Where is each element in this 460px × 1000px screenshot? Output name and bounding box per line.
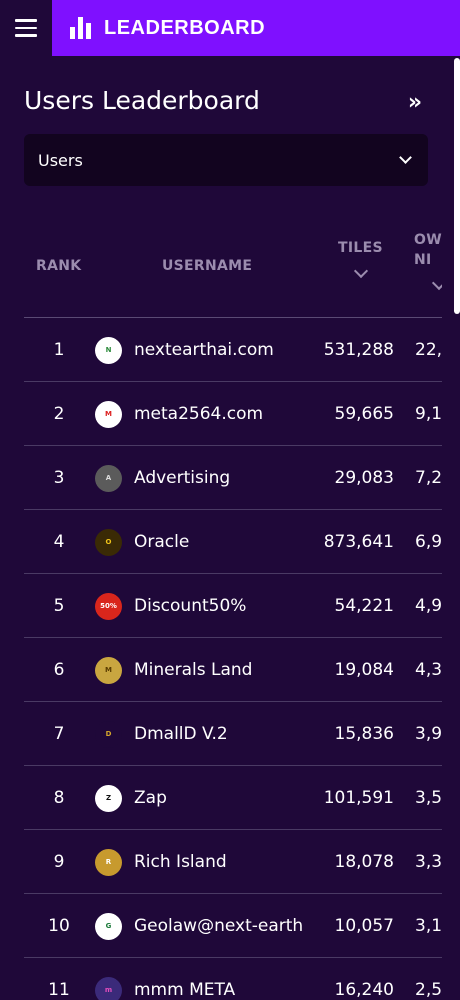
table-row[interactable]: 3 A Advertising 29,083 7,2 — [24, 446, 442, 510]
avatar-cell: M — [95, 382, 123, 446]
bar-chart-icon — [70, 17, 92, 39]
rank-cell: 6 — [53, 660, 65, 680]
owned-cell: 3,3 — [415, 852, 442, 872]
avatar-cell: M — [95, 638, 123, 702]
avatar: m — [95, 976, 122, 1000]
avatar: M — [95, 656, 122, 684]
owned-cell: 4,9 — [415, 596, 442, 616]
table-row[interactable]: 9 R Rich Island 18,078 3,3 — [24, 830, 442, 894]
owned-cell: 3,1 — [415, 916, 442, 936]
owned-cell: 6,9 — [415, 532, 442, 552]
leaderboard-type-select[interactable]: Users — [24, 134, 428, 186]
column-header-username[interactable]: USERNAME — [162, 258, 252, 274]
avatar-cell: m — [95, 958, 123, 1000]
avatar-cell: A — [95, 446, 123, 510]
avatar: N — [95, 336, 122, 364]
avatar-cell: D — [95, 702, 123, 766]
owned-cell: 22, — [415, 340, 442, 360]
hamburger-menu-icon[interactable] — [0, 0, 52, 56]
tiles-cell: 16,240 — [334, 980, 394, 1000]
sort-down-icon[interactable] — [353, 263, 369, 279]
tiles-cell: 101,591 — [323, 788, 394, 808]
rank-cell: 2 — [53, 404, 65, 424]
leaderboard-table: RANK USERNAME TILES OWNED NI 1Nnextearth… — [24, 210, 442, 1000]
column-header-rank[interactable]: RANK — [36, 258, 81, 274]
tiles-cell: 54,221 — [334, 596, 394, 616]
table-row[interactable]: 10 G Geolaw@next-earth 10,057 3,1 — [24, 894, 442, 958]
table-row[interactable]: 6 M Minerals Land 19,084 4,3 — [24, 638, 442, 702]
avatar-cell: R — [95, 830, 123, 894]
app-title: LEADERBOARD — [104, 16, 266, 39]
scrollbar[interactable] — [454, 58, 460, 314]
rank-cell: 5 — [53, 596, 65, 616]
avatar-cell: O — [95, 510, 123, 574]
owned-cell: 9,1 — [415, 404, 442, 424]
table-row[interactable]: 2 Mmeta2564.com 59,665 9,1 — [24, 382, 442, 446]
brand-banner[interactable]: LEADERBOARD — [52, 0, 460, 56]
avatar: O — [95, 528, 122, 556]
owned-cell: 4,3 — [415, 660, 442, 680]
avatar: 50% — [95, 592, 122, 620]
avatar: R — [95, 848, 122, 876]
table-header: RANK USERNAME TILES OWNED NI — [24, 210, 442, 318]
table-row[interactable]: 5 50% Discount50% 54,221 4,9 — [24, 574, 442, 638]
rank-cell: 8 — [53, 788, 65, 808]
select-value: Users — [38, 150, 83, 170]
rank-cell: 4 — [53, 532, 65, 552]
owned-cell: 3,5 — [415, 788, 442, 808]
rank-cell: 3 — [53, 468, 65, 488]
avatar: D — [95, 720, 122, 748]
double-chevron-right-icon[interactable]: » — [400, 88, 430, 116]
column-header-tiles[interactable]: TILES — [338, 240, 383, 256]
table-body: 1 Nnextearthai.com 531,288 22, 2 Mmeta2564.co… — [24, 318, 442, 1000]
table-row[interactable]: 7 D DmallD V.2 15,836 3,9 — [24, 702, 442, 766]
owned-cell: 3,9 — [415, 724, 442, 744]
tiles-cell: 10,057 — [334, 916, 394, 936]
avatar: Z — [95, 784, 122, 812]
tiles-cell: 29,083 — [334, 468, 394, 488]
rank-cell: 7 — [53, 724, 65, 744]
table-row[interactable]: 1 Nnextearthai.com 531,288 22, — [24, 318, 442, 382]
rank-cell: 9 — [53, 852, 65, 872]
rank-cell: 1 — [53, 340, 65, 360]
sort-down-icon[interactable] — [431, 275, 442, 291]
tiles-cell: 59,665 — [334, 404, 394, 424]
avatar-cell: G — [95, 894, 123, 958]
rank-cell: 11 — [48, 980, 70, 1000]
rank-cell: 10 — [48, 916, 70, 936]
avatar: M — [95, 400, 122, 428]
page-title: Users Leaderboard — [24, 86, 260, 115]
owned-cell: 7,2 — [415, 468, 442, 488]
avatar-cell: N — [95, 318, 123, 382]
table-row[interactable]: 4 O Oracle 873,641 6,9 — [24, 510, 442, 574]
tiles-cell: 15,836 — [334, 724, 394, 744]
avatar: G — [95, 912, 122, 940]
chevron-down-icon — [399, 151, 412, 164]
avatar-cell: 50% — [95, 574, 123, 638]
tiles-cell: 531,288 — [323, 340, 394, 360]
column-header-owned[interactable]: OWNED NI — [414, 230, 442, 270]
table-row[interactable]: 11 m mmm META 16,240 2,5 — [24, 958, 442, 1000]
avatar-cell: Z — [95, 766, 123, 830]
tiles-cell: 18,078 — [334, 852, 394, 872]
table-row[interactable]: 8 Z Zap 101,591 3,5 — [24, 766, 442, 830]
owned-cell: 2,5 — [415, 980, 442, 1000]
top-bar: LEADERBOARD — [0, 0, 460, 56]
tiles-cell: 19,084 — [334, 660, 394, 680]
tiles-cell: 873,641 — [323, 532, 394, 552]
avatar: A — [95, 464, 122, 492]
